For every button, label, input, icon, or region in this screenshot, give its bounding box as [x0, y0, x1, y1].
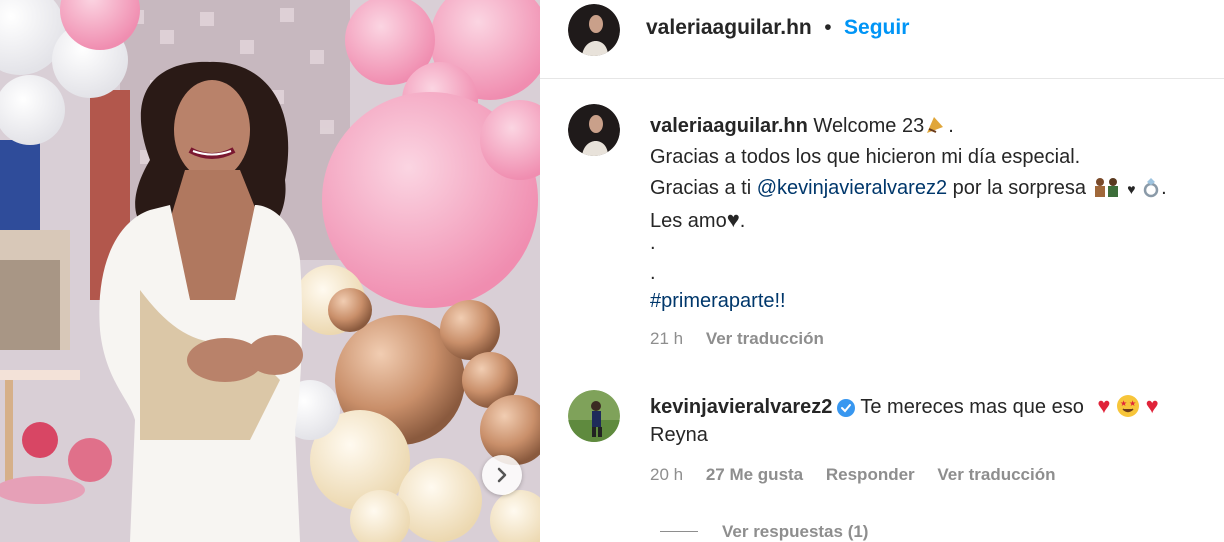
- svg-text:★: ★: [1129, 399, 1136, 408]
- svg-text:★: ★: [1120, 399, 1127, 408]
- caption-text-4: Les amo: [650, 210, 727, 232]
- caption-text-3-end: .: [1161, 177, 1167, 199]
- mention-link[interactable]: @kevinjavieralvarez2: [757, 177, 947, 199]
- caption-time[interactable]: 21 h: [650, 329, 683, 348]
- caption-meta: 21 h Ver traducción: [650, 329, 842, 349]
- replies-divider: [660, 531, 698, 532]
- commenter-username[interactable]: kevinjavieralvarez2: [650, 396, 832, 418]
- caption-translate-button[interactable]: Ver traducción: [706, 329, 824, 348]
- couple-icon: [1094, 178, 1118, 197]
- party-popper-icon: [927, 117, 944, 133]
- comment-line-2: Reyna: [650, 424, 708, 446]
- caption-author-avatar[interactable]: [568, 104, 620, 156]
- caption-line-3: Gracias a ti @kevinjavieralvarez2 por la…: [650, 176, 1167, 200]
- next-photo-button[interactable]: [482, 455, 522, 495]
- chevron-right-icon: [497, 467, 507, 483]
- black-heart-icon: ♥: [726, 207, 740, 232]
- red-heart-icon-2: ♥: [1145, 393, 1159, 418]
- separator-dot: •: [824, 16, 832, 39]
- post-photo[interactable]: [0, 0, 540, 542]
- comment-likes[interactable]: 27 Me gusta: [706, 465, 803, 484]
- comment-translate-button[interactable]: Ver traducción: [937, 465, 1055, 484]
- caption-text-4-end: .: [739, 210, 746, 232]
- comment-line-1: kevinjavieralvarez2 Te mereces mas que es…: [650, 393, 1159, 419]
- ring-icon: [1143, 178, 1159, 198]
- follow-button[interactable]: Seguir: [844, 16, 909, 39]
- caption-text-1-end: .: [948, 115, 954, 137]
- caption-text-1: Welcome 23: [813, 115, 925, 137]
- caption-username[interactable]: valeriaaguilar.hn: [650, 115, 808, 137]
- reply-button[interactable]: Responder: [826, 465, 915, 484]
- commenter-avatar[interactable]: [568, 390, 620, 442]
- hashtag-link[interactable]: #primeraparte!!: [650, 290, 786, 313]
- heart-icon-small: ♥: [1127, 181, 1136, 197]
- verified-badge-icon: [837, 398, 856, 417]
- caption-text-3-pre: Gracias a ti: [650, 177, 757, 199]
- caption-dot-2: .: [650, 262, 656, 284]
- caption-line-4: Les amo♥.: [650, 207, 745, 233]
- star-struck-emoji-icon: ★ ★: [1117, 395, 1139, 417]
- caption-line-1: valeriaaguilar.hn Welcome 23.: [650, 113, 954, 138]
- comment-text: Te mereces mas que eso: [860, 396, 1084, 418]
- author-avatar[interactable]: [568, 4, 620, 56]
- comment-time[interactable]: 20 h: [650, 465, 683, 484]
- view-replies-button[interactable]: Ver respuestas (1): [722, 522, 868, 542]
- red-heart-icon: ♥: [1097, 393, 1111, 418]
- comment-meta: 20 h 27 Me gusta Responder Ver traducció…: [650, 465, 1074, 485]
- post-photo-illustration: [0, 0, 540, 542]
- caption-line-2: Gracias a todos los que hicieron mi día …: [650, 146, 1081, 168]
- author-username[interactable]: valeriaaguilar.hn: [646, 16, 812, 39]
- post-header: valeriaaguilar.hn • Seguir: [540, 0, 1224, 79]
- post-details-panel: valeriaaguilar.hn • Seguir valeriaaguila…: [540, 0, 1224, 542]
- caption-text-3-post: por la sorpresa: [947, 177, 1087, 199]
- caption-dot-1: .: [650, 232, 656, 254]
